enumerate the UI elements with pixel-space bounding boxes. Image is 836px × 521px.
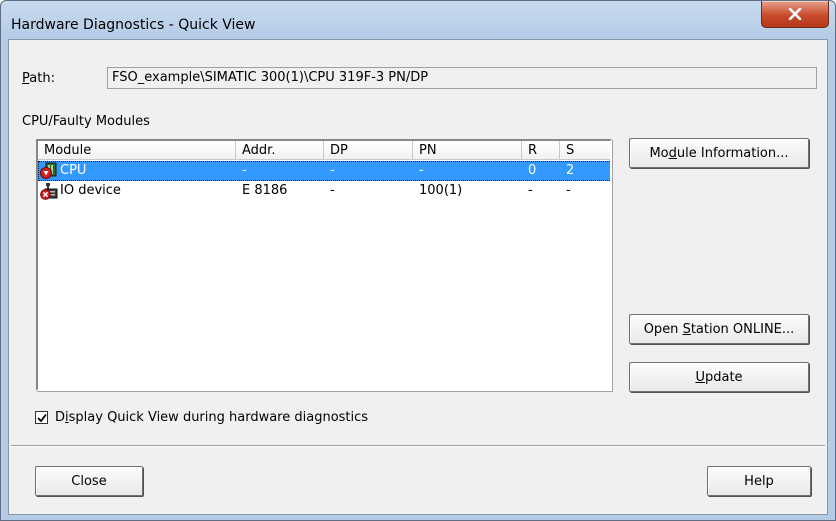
window-close-button[interactable] bbox=[761, 1, 829, 28]
modules-list[interactable]: Module Addr. DP PN R S CPU - - - 0 2 IO … bbox=[36, 139, 612, 391]
title-bar[interactable]: Hardware Diagnostics - Quick View bbox=[1, 1, 835, 39]
quick-view-checkbox[interactable] bbox=[35, 411, 48, 424]
cell-r: 0 bbox=[528, 163, 537, 178]
cell-addr: - bbox=[242, 163, 247, 178]
cell-dp: - bbox=[330, 183, 335, 198]
column-header-pn[interactable]: PN bbox=[413, 141, 522, 160]
cell-dp: - bbox=[330, 163, 335, 178]
column-header-addr[interactable]: Addr. bbox=[236, 141, 324, 160]
cell-module: IO device bbox=[60, 183, 121, 198]
open-station-online-label: Open Station ONLINE... bbox=[643, 321, 795, 337]
checkmark-icon bbox=[36, 413, 47, 422]
path-field: FSO_example\SIMATIC 300(1)\CPU 319F-3 PN… bbox=[107, 67, 817, 89]
close-icon bbox=[788, 8, 802, 20]
io-device-fault-icon bbox=[40, 183, 58, 200]
faulty-modules-label: CPU/Faulty Modules bbox=[22, 114, 150, 129]
cell-module: CPU bbox=[60, 163, 87, 178]
module-information-button[interactable]: Module Information... bbox=[629, 138, 809, 168]
path-label: Path: bbox=[22, 71, 55, 86]
cell-s: - bbox=[566, 183, 571, 198]
update-label: Update bbox=[695, 369, 743, 385]
column-header-s[interactable]: S bbox=[560, 141, 610, 160]
separator-line bbox=[11, 445, 825, 447]
window-title: Hardware Diagnostics - Quick View bbox=[11, 17, 256, 33]
cell-pn: - bbox=[419, 163, 424, 178]
column-header-r[interactable]: R bbox=[522, 141, 560, 160]
list-header: Module Addr. DP PN R S bbox=[38, 141, 610, 161]
list-row-cpu[interactable]: CPU - - - 0 2 bbox=[38, 161, 610, 181]
update-button[interactable]: Update bbox=[629, 362, 809, 392]
open-station-online-button[interactable]: Open Station ONLINE... bbox=[629, 314, 809, 344]
cell-pn: 100(1) bbox=[419, 183, 463, 198]
cell-s: 2 bbox=[566, 163, 575, 178]
column-header-dp[interactable]: DP bbox=[324, 141, 413, 160]
cpu-fault-icon bbox=[40, 162, 57, 179]
module-information-label: Module Information... bbox=[649, 145, 789, 161]
help-button[interactable]: Help bbox=[707, 466, 811, 496]
list-row-io-device[interactable]: IO device E 8186 - 100(1) - - bbox=[38, 181, 610, 201]
cell-r: - bbox=[528, 183, 533, 198]
dialog-window: Hardware Diagnostics - Quick View Path: … bbox=[0, 0, 836, 521]
quick-view-checkbox-label[interactable]: Display Quick View during hardware diagn… bbox=[55, 410, 368, 425]
close-button[interactable]: Close bbox=[35, 466, 143, 496]
cell-addr: E 8186 bbox=[242, 183, 288, 198]
dialog-client-area: Path: FSO_example\SIMATIC 300(1)\CPU 319… bbox=[8, 39, 828, 515]
column-header-module[interactable]: Module bbox=[38, 141, 236, 160]
